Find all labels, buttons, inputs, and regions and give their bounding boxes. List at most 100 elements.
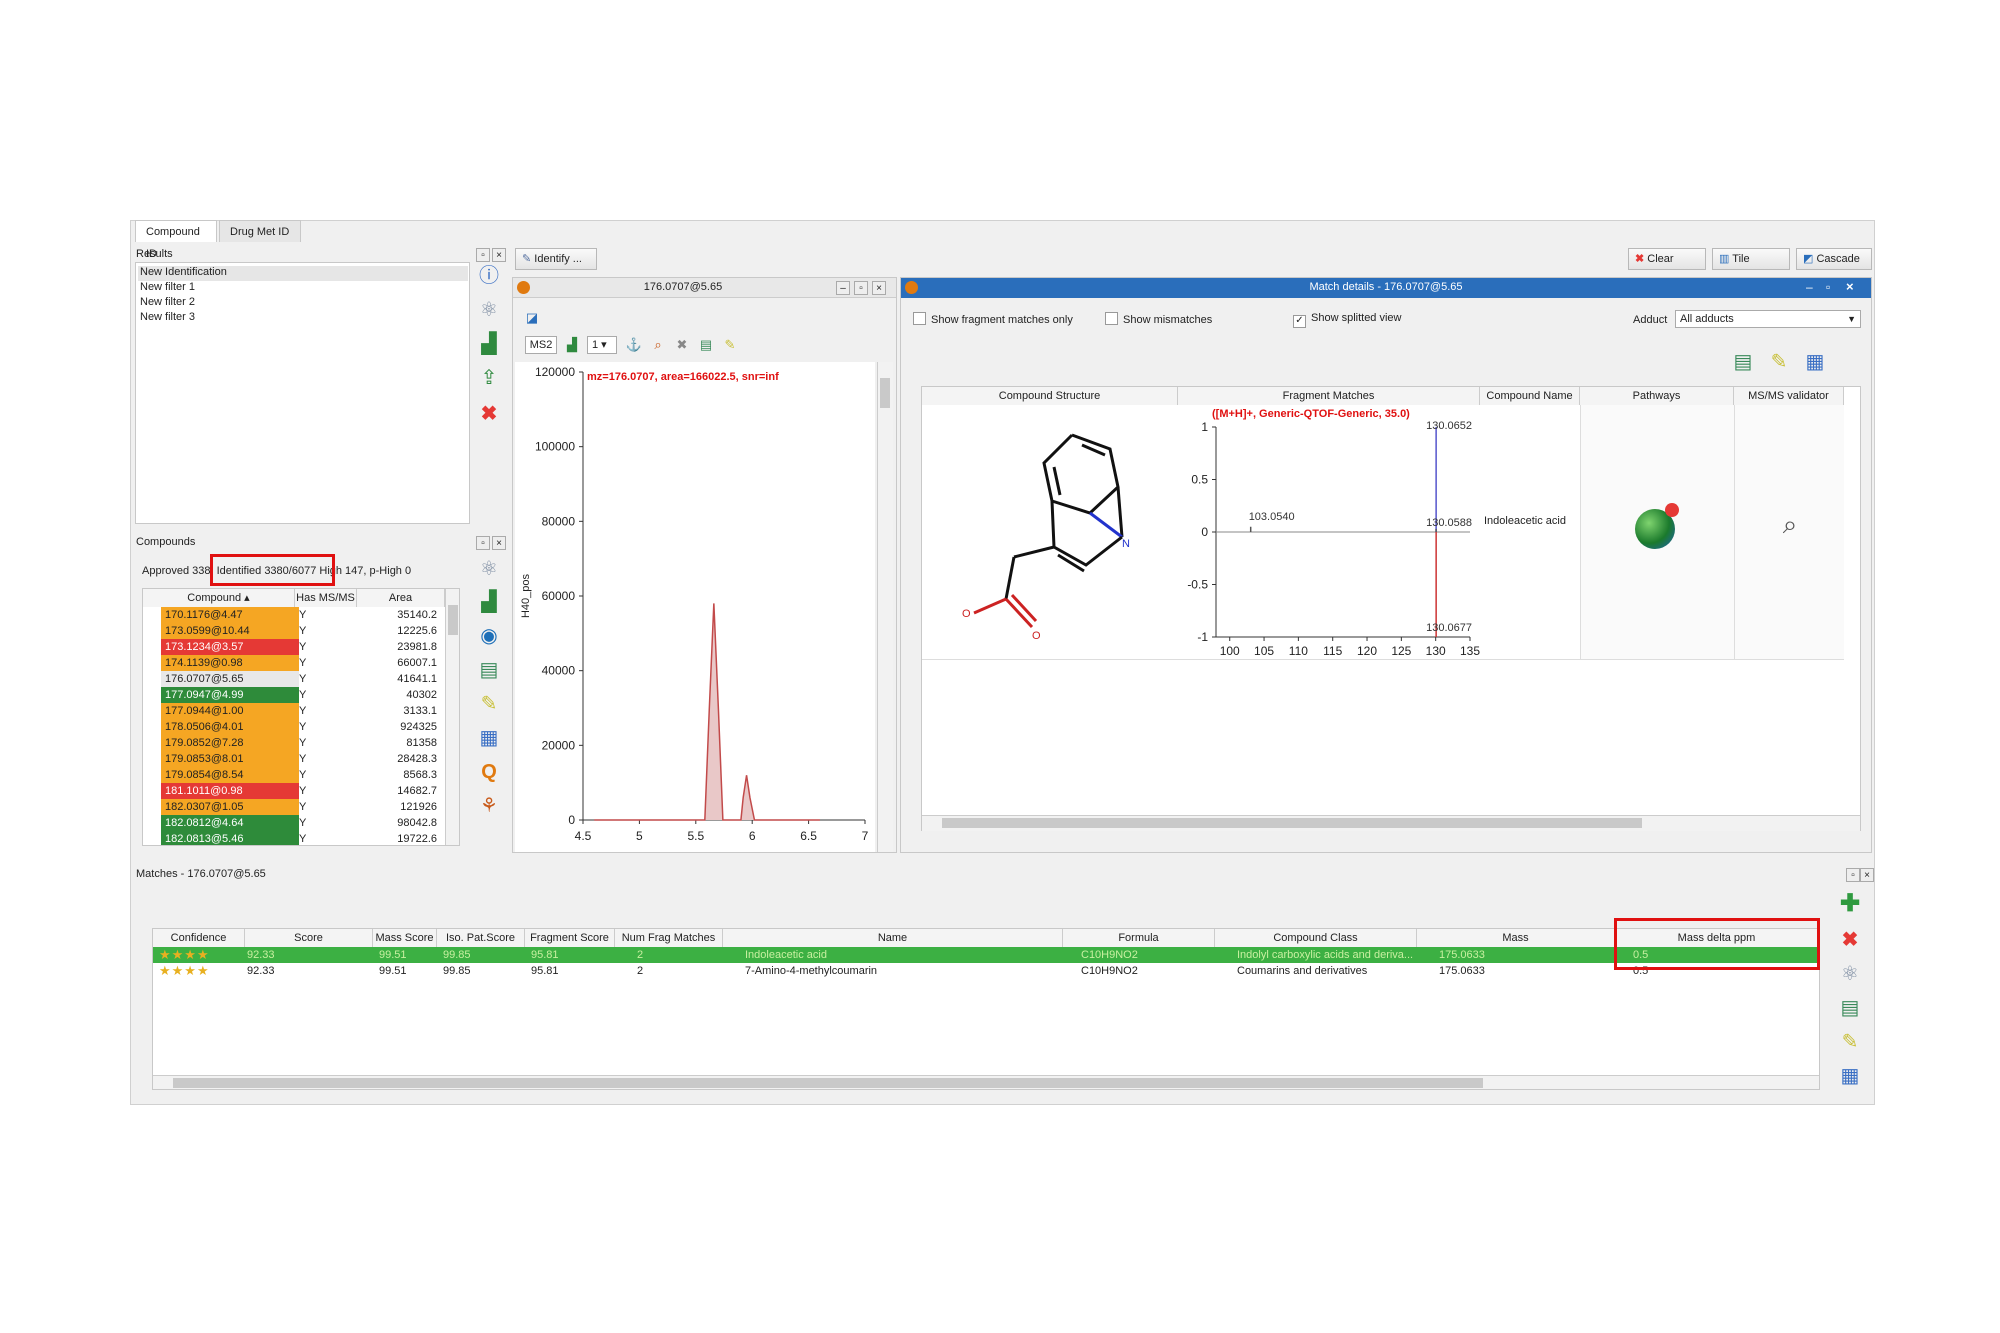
col-confidence[interactable]: Confidence xyxy=(153,929,245,947)
col-name[interactable]: Name xyxy=(723,929,1063,947)
col-msms-validator[interactable]: MS/MS validator xyxy=(1734,387,1844,405)
compound-row[interactable]: 179.0852@7.28 Y 81358 xyxy=(143,735,445,751)
cascade-button[interactable]: ◩ Cascade xyxy=(1796,248,1872,270)
compound-row[interactable]: 177.0947@4.99 Y 40302 xyxy=(143,687,445,703)
col-area[interactable]: Area xyxy=(357,589,445,607)
maximize-icon[interactable]: ▫ xyxy=(854,281,868,295)
minimize-icon[interactable]: – xyxy=(1806,280,1813,294)
pointer-icon[interactable]: ◪ xyxy=(521,308,543,328)
col-compound[interactable]: Compound ▴ xyxy=(143,589,295,607)
ms-level-select[interactable]: MS2 xyxy=(525,336,557,354)
clear-button[interactable]: ✖ Clear xyxy=(1628,248,1706,270)
export-icon[interactable]: ▤ xyxy=(1836,994,1864,1022)
delete-icon[interactable]: ✖ xyxy=(1836,926,1864,954)
compound-row[interactable]: 182.0813@5.46 Y 19722.6 xyxy=(143,831,445,845)
add-icon[interactable]: ✚ xyxy=(1836,890,1864,918)
compounds-scrollbar[interactable] xyxy=(445,589,459,845)
results-item[interactable]: New filter 1 xyxy=(140,281,195,293)
x-tick-label: 6.5 xyxy=(800,829,817,843)
tab-compound-id[interactable]: Compound ID xyxy=(135,220,217,260)
chrom-scrollbar[interactable] xyxy=(877,362,893,852)
compound-row[interactable]: 173.0599@10.44 Y 12225.6 xyxy=(143,623,445,639)
compound-row[interactable]: 176.0707@5.65 Y 41641.1 xyxy=(143,671,445,687)
show-fragment-only-checkbox[interactable]: Show fragment matches only xyxy=(913,312,1073,326)
compound-row[interactable]: 174.1139@0.98 Y 66007.1 xyxy=(143,655,445,671)
col-has-msms[interactable]: Has MS/MS xyxy=(295,589,357,607)
chart-icon[interactable]: ▟ xyxy=(475,588,503,616)
match-grid-scrollbar[interactable] xyxy=(922,815,1860,831)
float-icon[interactable]: ▫ xyxy=(476,248,490,262)
maximize-icon[interactable]: ▫ xyxy=(1826,280,1830,294)
results-item[interactable]: New Identification xyxy=(138,266,468,281)
remove-icon[interactable]: ✖ xyxy=(671,335,693,355)
identify-button[interactable]: ✎ Identify ... xyxy=(515,248,597,270)
validator-detective-icon[interactable]: ⌕ xyxy=(1773,509,1807,543)
molecule-icon[interactable]: ⚛ xyxy=(475,555,503,583)
note-icon[interactable]: ✎ xyxy=(1765,348,1793,376)
col-iso-score[interactable]: Iso. Pat.Score xyxy=(437,929,525,947)
close-icon[interactable]: × xyxy=(1860,868,1874,882)
table-icon[interactable]: ▦ xyxy=(475,724,503,752)
col-mass-score[interactable]: Mass Score xyxy=(373,929,437,947)
tile-button[interactable]: ▥ Tile xyxy=(1712,248,1790,270)
note-icon[interactable]: ✎ xyxy=(1836,1028,1864,1056)
col-fragment-score[interactable]: Fragment Score xyxy=(525,929,615,947)
compound-row[interactable]: 177.0944@1.00 Y 3133.1 xyxy=(143,703,445,719)
export-icon[interactable]: ▤ xyxy=(1729,348,1757,376)
matches-scrollbar[interactable] xyxy=(153,1075,1819,1089)
float-icon[interactable]: ▫ xyxy=(1846,868,1860,882)
results-item[interactable]: New filter 3 xyxy=(140,311,195,323)
globe-icon[interactable]: ◉ xyxy=(475,622,503,650)
zoom-icon[interactable]: ⌕ xyxy=(647,335,669,355)
export-chart-icon[interactable]: ⇪ xyxy=(475,364,503,392)
compound-row[interactable]: 178.0506@4.01 Y 924325 xyxy=(143,719,445,735)
compound-row[interactable]: 170.1176@4.47 Y 35140.2 xyxy=(143,607,445,623)
compound-row[interactable]: 179.0853@8.01 Y 28428.3 xyxy=(143,751,445,767)
compound-row[interactable]: 181.1011@0.98 Y 14682.7 xyxy=(143,783,445,799)
molecule-icon[interactable]: ⚛ xyxy=(1836,960,1864,988)
col-compound-class[interactable]: Compound Class xyxy=(1215,929,1417,947)
compound-row[interactable]: 173.1234@3.57 Y 23981.8 xyxy=(143,639,445,655)
float-icon[interactable]: ▫ xyxy=(476,536,490,550)
results-item[interactable]: New filter 2 xyxy=(140,296,195,308)
col-formula[interactable]: Formula xyxy=(1063,929,1215,947)
match-row[interactable]: ★★★★ 92.33 99.51 99.85 95.81 2 Indoleacetic ac… xyxy=(153,947,1819,963)
adduct-select[interactable]: All adducts ▼ xyxy=(1675,310,1861,328)
query-icon[interactable]: Q xyxy=(475,758,503,786)
show-splitted-checkbox[interactable]: ✓ Show splitted view xyxy=(1293,312,1402,328)
molecule-icon[interactable]: ⚛ xyxy=(475,296,503,324)
y-tick-label: 0 xyxy=(1201,525,1208,539)
close-icon[interactable]: × xyxy=(1846,279,1854,294)
col-mass[interactable]: Mass xyxy=(1417,929,1615,947)
compound-row[interactable]: 182.0307@1.05 Y 121926 xyxy=(143,799,445,815)
close-icon[interactable]: × xyxy=(872,281,886,295)
minimize-icon[interactable]: – xyxy=(836,281,850,295)
anchor-icon[interactable]: ⚓ xyxy=(623,335,645,355)
area-cell: 28428.3 xyxy=(397,753,437,765)
compound-row[interactable]: 179.0854@8.54 Y 8568.3 xyxy=(143,767,445,783)
note-icon[interactable]: ✎ xyxy=(719,335,741,355)
match-row[interactable]: ★★★★ 92.33 99.51 99.85 95.81 2 7-Amino-4-methy… xyxy=(153,963,1819,979)
col-fragment-matches[interactable]: Fragment Matches xyxy=(1178,387,1480,405)
show-mismatches-checkbox[interactable]: Show mismatches xyxy=(1105,312,1212,326)
close-icon[interactable]: × xyxy=(492,248,506,262)
col-compound-name[interactable]: Compound Name xyxy=(1480,387,1580,405)
compound-row[interactable]: 182.0812@4.64 Y 98042.8 xyxy=(143,815,445,831)
table-icon[interactable]: ▦ xyxy=(1836,1062,1864,1090)
col-pathways[interactable]: Pathways xyxy=(1580,387,1734,405)
export-icon[interactable]: ▤ xyxy=(695,335,717,355)
bar-chart-icon[interactable]: ▟ xyxy=(475,330,503,358)
note-icon[interactable]: ✎ xyxy=(475,690,503,718)
info-icon[interactable]: ⓘ xyxy=(475,262,503,290)
close-icon[interactable]: × xyxy=(492,536,506,550)
tab-drug-met-id[interactable]: Drug Met ID xyxy=(219,220,301,242)
export-icon[interactable]: ▤ xyxy=(475,656,503,684)
chart-icon[interactable]: ▟ xyxy=(561,335,583,355)
col-num-frag[interactable]: Num Frag Matches xyxy=(615,929,723,947)
network-icon[interactable]: ⚘ xyxy=(475,792,503,820)
delete-icon[interactable]: ✖ xyxy=(475,400,503,428)
table-icon[interactable]: ▦ xyxy=(1801,348,1829,376)
trace-select[interactable]: 1 ▾ xyxy=(587,336,617,354)
col-score[interactable]: Score xyxy=(245,929,373,947)
col-compound-structure[interactable]: Compound Structure xyxy=(922,387,1178,405)
